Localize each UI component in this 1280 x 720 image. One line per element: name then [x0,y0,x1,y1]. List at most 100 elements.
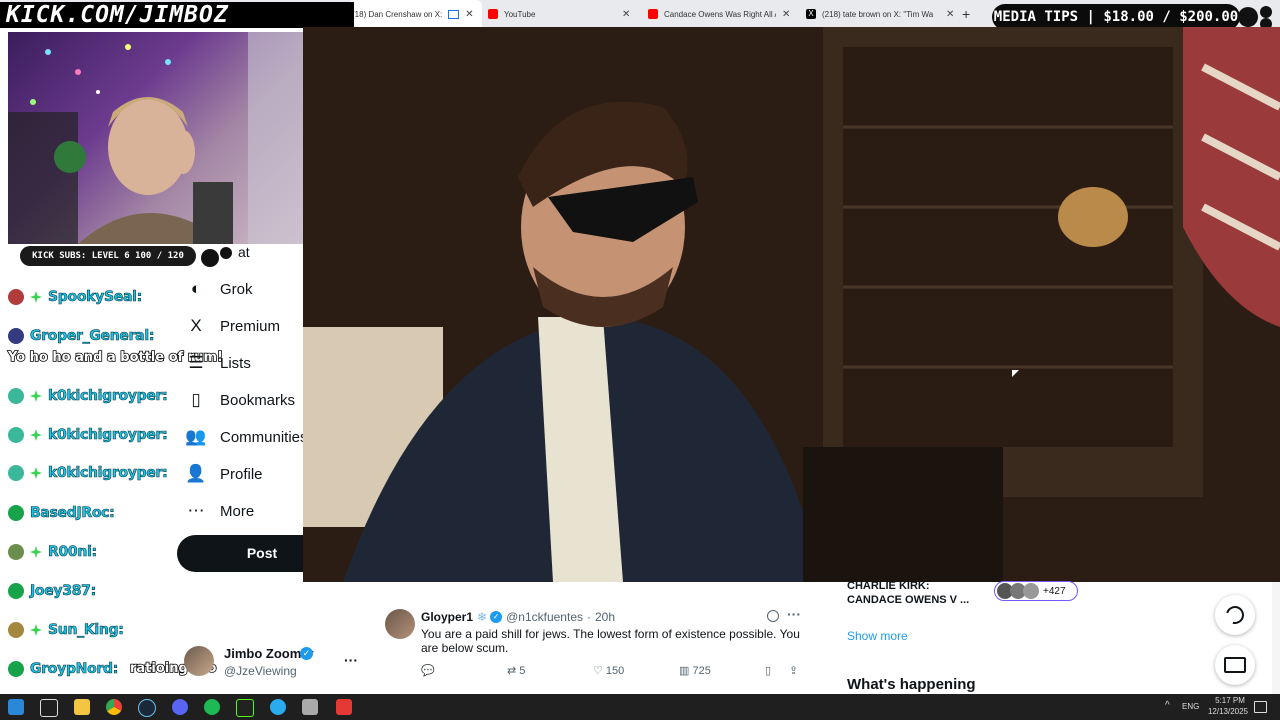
grok-icon[interactable] [767,610,779,622]
list-icon: ☰ [188,353,204,372]
close-icon[interactable]: ✕ [622,9,630,20]
nav-partial-label: at [238,244,250,260]
tab-dan-crenshaw[interactable]: (18) Dan Crenshaw on X: ✕ [348,0,482,28]
nav-item-label: More [220,502,255,520]
spotify-icon[interactable] [204,699,220,715]
file-explorer-icon[interactable] [74,699,90,715]
tweet-text: You are a paid shill for jews. The lowes… [421,627,800,655]
close-icon[interactable]: ✕ [782,9,790,20]
trend-avatars[interactable]: +427 [994,581,1078,601]
tweet-time[interactable]: 20h [595,610,615,624]
more-icon[interactable]: ··· [787,606,801,622]
avatar [385,609,415,639]
x-icon: X [190,316,202,335]
tab-label: Candace Owens Was Right All A [664,9,776,19]
avatar [8,544,24,560]
chat-username[interactable]: k0kichigroyper: [48,427,168,444]
show-more-link[interactable]: Show more [847,629,908,643]
right-sidebar: CHARLIE KIRK: CANDACE OWENS V ... +427 S… [836,580,1090,693]
tweet-author[interactable]: Gloyper1 [421,610,473,624]
trend-count: +427 [1043,585,1066,597]
chat-message: SpookySeal: [8,286,143,308]
windows-start-icon[interactable] [8,699,24,715]
close-icon[interactable]: ✕ [465,9,473,20]
messages-button[interactable] [1215,645,1255,685]
tab-youtube[interactable]: YouTube ✕ [488,0,636,28]
chat-username[interactable]: Joey387: [30,583,97,600]
clock-date[interactable]: 12/13/2025 [1203,707,1253,716]
app-icon[interactable] [336,699,352,715]
account-switcher[interactable]: Jimbo Zoomer ✓ @JzeViewing ··· [184,644,364,684]
youtube-icon [488,9,498,19]
webcam-feed [6,30,336,246]
nav-item-label: Lists [220,354,251,372]
chrome-icon[interactable] [106,699,122,715]
x-logo-icon: X [806,9,816,19]
nav-item-premium[interactable]: X Premium [184,311,280,341]
nav-item-more[interactable]: ⋯ More [184,496,255,526]
tray-chevron-icon[interactable]: ^ [1165,700,1170,711]
more-icon[interactable]: ··· [344,652,358,668]
notification-icon[interactable] [1254,701,1267,713]
video-player[interactable] [303,27,1280,582]
tab-tate-brown[interactable]: X (218) tate brown on X: "Tim Wa ✕ [806,0,956,28]
chat-username[interactable]: BasedJRoc: [30,505,115,522]
reply-icon[interactable]: 💬 [421,664,435,677]
tab-label: YouTube [504,9,536,19]
chat-username[interactable]: Sun_King: [48,622,124,639]
like-button[interactable]: ♡ 150 [593,664,624,677]
avatar [184,646,214,676]
chat-message: k0kichigroyper: [8,462,168,484]
subscriber-badge-icon [30,624,42,636]
profile-icon: 👤 [185,464,207,483]
tweet-card[interactable]: Gloyper1 ❄ ✓ @n1ckfuentes · 20h ··· You … [373,600,813,686]
chat-message: R00ni: [8,541,97,563]
subscriber-badge-icon [30,291,42,303]
steam-icon[interactable] [138,699,156,717]
trend-title-line1[interactable]: CHARLIE KIRK: [847,580,930,592]
grok-button[interactable] [1215,595,1255,635]
chat-username[interactable]: k0kichigroyper: [48,465,168,482]
trend-title-line2[interactable]: CANDACE OWENS V ... [847,594,969,606]
views-button[interactable]: ▥ 725 [679,664,711,677]
streamer-image [8,32,334,244]
language-indicator[interactable]: ENG [1182,702,1199,711]
chat-username[interactable]: k0kichigroyper: [48,388,168,405]
close-icon[interactable]: ✕ [946,9,954,20]
retweet-button[interactable]: ⇄ 5 [507,664,525,677]
view-count: 725 [692,665,711,677]
tweet-actions: 💬 ⇄ 5 ♡ 150 ▥ 725 ▯ ⇪ [421,664,811,680]
nav-item-lists[interactable]: ☰ Lists [184,348,251,378]
bookmark-icon[interactable]: ▯ [765,664,771,677]
chat-username[interactable]: Groper_General: [30,328,155,345]
task-view-icon[interactable] [40,699,58,717]
discord-icon[interactable] [172,699,188,715]
nav-item-label: Communities [220,428,308,446]
telegram-icon[interactable] [270,699,286,715]
kick-icon[interactable] [236,699,254,717]
chat-username[interactable]: GroypNord: [30,661,119,678]
mail-icon [1224,657,1246,673]
nav-item-label: Grok [220,280,253,298]
new-tab-button[interactable]: + [962,0,976,28]
communities-icon: 👥 [185,427,207,446]
tab-label: (18) Dan Crenshaw on X: [352,9,443,19]
nav-item-label: Bookmarks [220,391,296,409]
tab-candace-owens[interactable]: Candace Owens Was Right All A ✕ [648,0,794,28]
scrollbar[interactable] [1272,582,1280,694]
share-icon[interactable]: ⇪ [789,664,798,677]
subscriber-badge-icon [30,390,42,402]
clock-time[interactable]: 5:17 PM [1210,696,1250,705]
chat-username[interactable]: SpookySeal: [48,289,143,306]
nav-item-profile[interactable]: 👤 Profile [184,459,262,489]
kick-subs-goal: KICK SUBS: LEVEL 6 100 / 120 [20,246,196,266]
retweet-count: 5 [519,665,526,677]
chat-username[interactable]: R00ni: [48,544,98,561]
grok-icon: ◐ [190,279,202,298]
nav-item-grok[interactable]: ◐ Grok [184,274,253,304]
app-icon[interactable] [302,699,318,715]
nav-item-bookmarks[interactable]: ▯ Bookmarks [184,385,295,415]
tweet-handle[interactable]: @n1ckfuentes [506,610,583,624]
separator: · [587,610,591,624]
nav-item-communities[interactable]: 👥 Communities [184,422,308,452]
